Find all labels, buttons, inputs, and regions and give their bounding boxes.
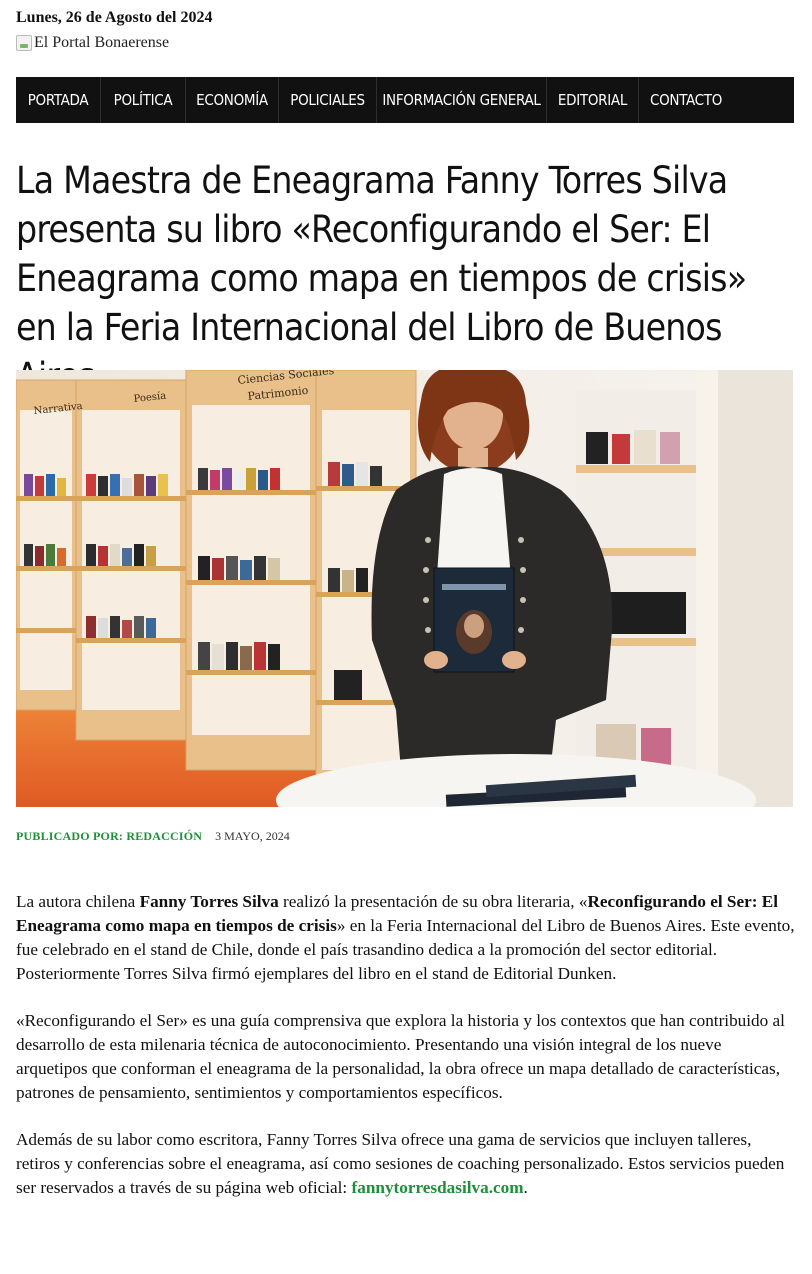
article-body: La autora chilena Fanny Torres Silva rea…: [16, 890, 796, 1223]
main-nav: PORTADA POLÍTICA ECONOMÍA POLICIALES INF…: [16, 77, 794, 123]
header-date: Lunes, 26 de Agosto del 2024: [16, 9, 213, 26]
nav-item-politica[interactable]: POLÍTICA: [101, 77, 186, 123]
nav-item-contacto[interactable]: CONTACTO: [639, 77, 733, 123]
author-name: Fanny Torres Silva: [139, 892, 279, 911]
book-fair-photo-illustration: Narrativa Poesía Ciencias Sociales Patri…: [16, 370, 793, 807]
paragraph-1: La autora chilena Fanny Torres Silva rea…: [16, 892, 795, 983]
article-meta: PUBLICADO POR: REDACCIÓN 3 MAYO, 2024: [16, 829, 290, 844]
article-title: La Maestra de Eneagrama Fanny Torres Sil…: [16, 159, 747, 398]
nav-item-informacion-general[interactable]: INFORMACIÓN GENERAL: [377, 77, 547, 123]
nav-item-economia[interactable]: ECONOMÍA: [186, 77, 279, 123]
paragraph-3: Además de su labor como escritora, Fanny…: [16, 1130, 785, 1197]
logo-alt-text: El Portal Bonaerense: [34, 34, 170, 51]
article-photo: Narrativa Poesía Ciencias Sociales Patri…: [16, 370, 793, 807]
site-logo[interactable]: El Portal Bonaerense: [16, 34, 169, 52]
nav-item-editorial[interactable]: EDITORIAL: [547, 77, 639, 123]
publish-date: 3 MAYO, 2024: [215, 829, 290, 843]
website-link[interactable]: fannytorresdasilva.com: [352, 1178, 524, 1197]
nav-item-portada[interactable]: PORTADA: [16, 77, 101, 123]
paragraph-2: «Reconfigurando el Ser» es una guía comp…: [16, 1011, 785, 1102]
author-byline[interactable]: PUBLICADO POR: REDACCIÓN: [16, 829, 202, 844]
nav-item-policiales[interactable]: POLICIALES: [279, 77, 377, 123]
broken-image-icon: [16, 35, 32, 51]
